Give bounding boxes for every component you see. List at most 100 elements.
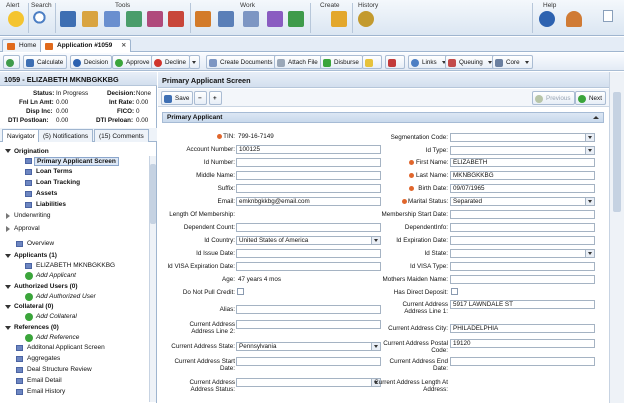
nav-collateral[interactable]: Collateral (0) [14, 303, 53, 310]
id-number-field[interactable] [236, 158, 381, 167]
calendar-icon[interactable] [218, 11, 234, 27]
decision-button[interactable]: Decision [70, 55, 113, 69]
collapse-section-icon[interactable] [593, 116, 599, 119]
address-start-date-field[interactable] [236, 357, 381, 366]
left-scrollbar[interactable] [149, 156, 156, 402]
expand-icon[interactable] [5, 326, 11, 330]
last-name-field[interactable]: MKNBGKKBG [450, 171, 595, 180]
history-icon[interactable] [358, 11, 374, 27]
nav-assets[interactable]: Assets [36, 190, 57, 197]
next-button[interactable]: Next [575, 91, 606, 105]
id-expiration-date-field[interactable] [450, 236, 595, 245]
nav-email-history[interactable]: Email History [27, 388, 65, 395]
mail-button[interactable] [385, 55, 405, 69]
disburse-button[interactable]: Disburse [320, 55, 363, 69]
refresh-button[interactable] [3, 55, 20, 69]
download-icon[interactable] [82, 11, 98, 27]
tab-comments[interactable]: (15) Comments [94, 129, 149, 142]
tab-notifications[interactable]: (5) Notifications [38, 129, 94, 142]
tab-navigator[interactable]: Navigator [2, 129, 40, 142]
expand-icon[interactable] [5, 305, 11, 309]
visa-type-field[interactable] [450, 262, 595, 271]
widget-icon[interactable] [267, 11, 283, 27]
save-button[interactable]: Save [161, 91, 194, 105]
id-issue-date-field[interactable] [236, 249, 381, 258]
first-name-field[interactable]: ELIZABETH [450, 158, 595, 167]
tab-home[interactable]: Home [2, 39, 44, 52]
postal-code-field[interactable]: 19120 [450, 339, 595, 348]
alert-icon[interactable] [8, 11, 24, 27]
middle-name-field[interactable] [236, 171, 381, 180]
search-icon[interactable] [33, 11, 49, 27]
nav-applicant-name[interactable]: ELIZABETH MKNBGKKBG [36, 262, 115, 269]
email-field[interactable]: emknbgkkbg@email.com [236, 197, 381, 206]
decline-button[interactable]: Decline [151, 55, 190, 69]
address-status-select[interactable] [236, 378, 381, 387]
more-dropdown[interactable] [189, 55, 200, 69]
scroll-thumb[interactable] [613, 92, 621, 212]
core-dropdown[interactable]: Core [492, 55, 533, 69]
id-type-select[interactable] [450, 146, 595, 155]
scroll-thumb[interactable] [150, 164, 156, 224]
address-line-2-field[interactable] [236, 320, 381, 329]
nav-primary-applicant-screen[interactable]: Primary Applicant Screen [34, 157, 119, 166]
create-documents-button[interactable]: Create Documents [206, 55, 277, 69]
table-icon[interactable] [243, 11, 259, 27]
help-icon[interactable] [539, 11, 555, 27]
marital-status-select[interactable]: Separated [450, 197, 595, 206]
close-icon[interactable]: ✕ [121, 42, 126, 49]
nav-loan-terms[interactable]: Loan Terms [36, 168, 72, 175]
restore-icon[interactable] [603, 10, 613, 22]
expand-icon[interactable] [5, 149, 11, 153]
chart-icon[interactable] [288, 11, 304, 27]
attach-file-button[interactable]: Attach File [274, 55, 322, 69]
approve-button[interactable]: Approve [112, 55, 154, 69]
nav-aggregates[interactable]: Aggregates [27, 355, 60, 362]
nav-additional-applicant-screen[interactable]: Additonal Applicant Screen [27, 344, 105, 351]
birth-date-field[interactable]: 09/07/1965 [450, 184, 595, 193]
membership-start-date-field[interactable] [450, 210, 595, 219]
nav-liabilities[interactable]: Liabilities [36, 201, 66, 208]
suffix-field[interactable] [236, 184, 381, 193]
main-scrollbar[interactable] [609, 72, 624, 403]
collapse-all-button[interactable]: − [194, 91, 207, 105]
new-item-icon[interactable] [331, 11, 347, 27]
user-icon[interactable] [566, 11, 582, 27]
collapse-icon[interactable] [6, 213, 10, 219]
previous-button[interactable]: Previous [532, 91, 575, 105]
nav-deal-structure-review[interactable]: Deal Structure Review [27, 366, 92, 373]
id-country-select[interactable]: United States of America [236, 236, 381, 245]
note-button[interactable] [362, 55, 382, 69]
dependent-info-field[interactable] [450, 223, 595, 232]
nav-applicants[interactable]: Applicants (1) [14, 252, 57, 259]
mothers-maiden-name-field[interactable] [450, 275, 595, 284]
nav-email-detail[interactable]: Email Detail [27, 377, 62, 384]
alias-field[interactable] [236, 305, 381, 314]
nav-authorized-users[interactable]: Authorized Users (0) [14, 283, 78, 290]
calculate-button[interactable]: Calculate [23, 55, 68, 69]
expand-icon[interactable] [5, 254, 11, 258]
nav-approval[interactable]: Approval [14, 225, 40, 232]
nav-underwriting[interactable]: Underwriting [14, 212, 51, 219]
nav-add-authorized-user[interactable]: Add Authorized User [36, 293, 96, 300]
nav-add-collateral[interactable]: Add Collateral [36, 313, 77, 320]
address-state-select[interactable]: Pennsylvania [236, 342, 381, 351]
id-state-select[interactable] [450, 249, 595, 258]
queuing-dropdown[interactable]: Queuing [445, 55, 496, 69]
presentation-icon[interactable] [168, 11, 184, 27]
map-icon[interactable] [126, 11, 142, 27]
visa-expiration-date-field[interactable] [236, 262, 381, 271]
links-dropdown[interactable]: Links [408, 55, 450, 69]
segmentation-code-select[interactable] [450, 133, 595, 142]
nav-add-applicant[interactable]: Add Applicant [36, 272, 76, 279]
calculator-icon[interactable] [60, 11, 76, 27]
address-city-field[interactable]: PHILADELPHIA [450, 324, 595, 333]
nav-origination[interactable]: Origination [14, 148, 49, 155]
documents-icon[interactable] [195, 11, 211, 27]
tab-application[interactable]: Application #1059 ✕ [40, 39, 132, 52]
expand-icon[interactable] [5, 285, 11, 289]
dependent-count-field[interactable] [236, 223, 381, 232]
nav-add-reference[interactable]: Add Reference [36, 334, 79, 341]
cube-icon[interactable] [147, 11, 163, 27]
address-end-date-field[interactable] [450, 357, 595, 366]
